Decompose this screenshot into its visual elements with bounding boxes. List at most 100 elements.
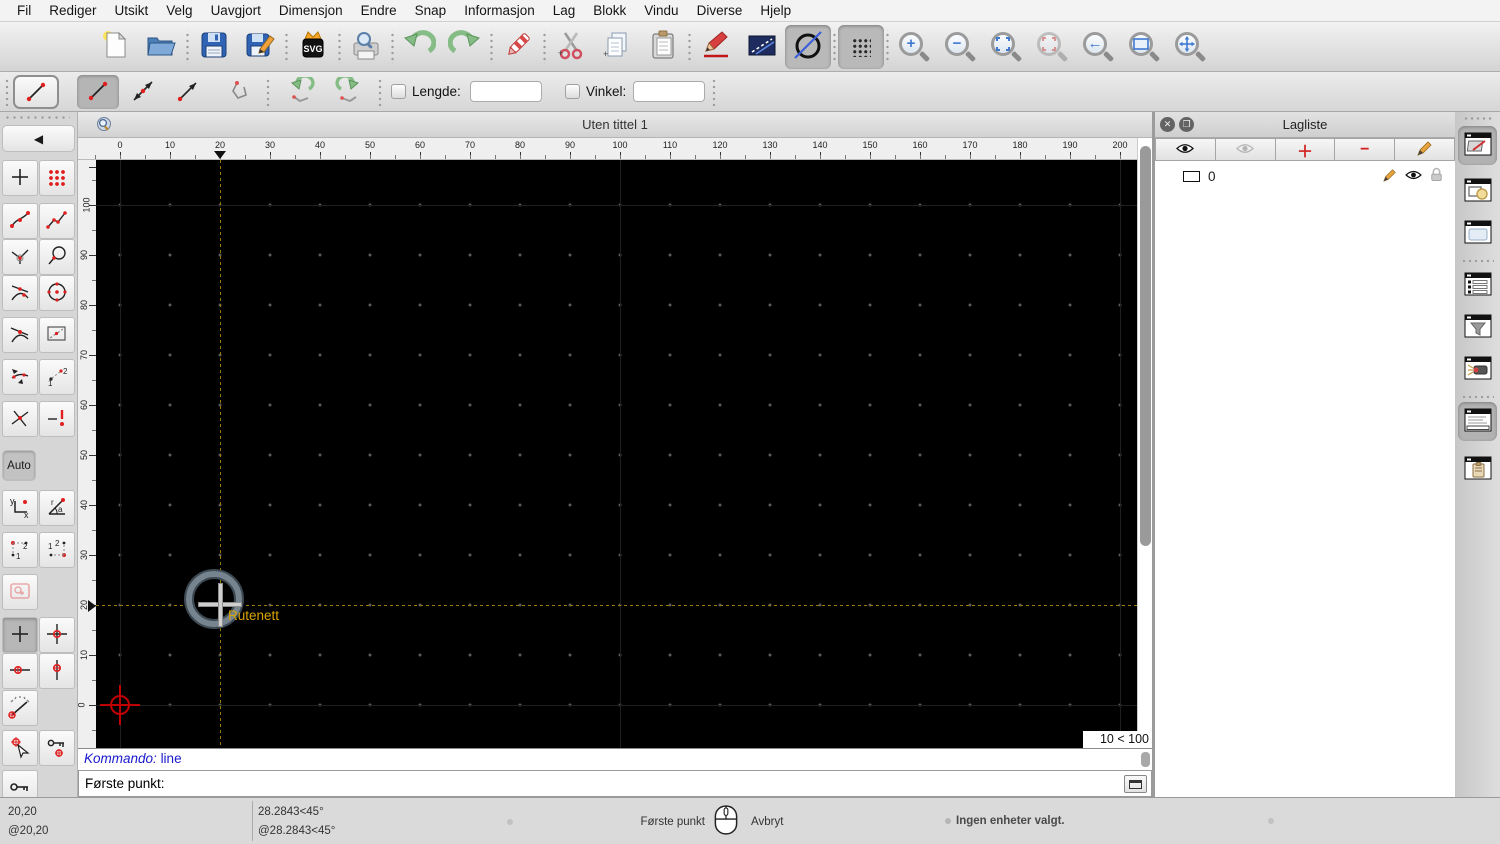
- save-button[interactable]: [191, 25, 237, 69]
- toolbar-handle[interactable]: [4, 115, 70, 120]
- dock-command-line-button[interactable]: [1458, 402, 1497, 441]
- ordinate-12-button[interactable]: 12: [2, 532, 38, 568]
- redo-button[interactable]: [442, 25, 488, 69]
- zoom-pan-button[interactable]: [1167, 25, 1213, 69]
- zoom-auto-button[interactable]: [983, 25, 1029, 69]
- snap-grid-button[interactable]: [39, 160, 75, 196]
- delete-button[interactable]: [495, 25, 541, 69]
- undo-button[interactable]: [396, 25, 442, 69]
- layer-color-swatch[interactable]: [1183, 170, 1200, 182]
- restrict-vertical-button[interactable]: [39, 653, 75, 689]
- zoom-out-button[interactable]: −: [937, 25, 983, 69]
- zoom-window-button[interactable]: [1121, 25, 1167, 69]
- menu-informasjon[interactable]: Informasjon: [455, 3, 544, 18]
- dock-filter-button[interactable]: [1458, 308, 1497, 347]
- ordinate-21-button[interactable]: 12: [39, 532, 75, 568]
- open-file-button[interactable]: [138, 25, 184, 69]
- snap-middle-button[interactable]: [2, 239, 38, 275]
- snap-free-button[interactable]: [2, 160, 38, 196]
- new-document-button[interactable]: [92, 25, 138, 69]
- snap-on-entity-button[interactable]: [39, 203, 75, 239]
- angle-input[interactable]: [633, 81, 705, 102]
- vertical-scrollbar[interactable]: [1137, 138, 1152, 748]
- snap-cross-button[interactable]: [2, 401, 38, 437]
- save-as-button[interactable]: [237, 25, 283, 69]
- snap-distance-button[interactable]: 12: [39, 359, 75, 395]
- length-checkbox[interactable]: [391, 84, 406, 99]
- toolbar-handle[interactable]: [5, 78, 9, 106]
- menu-snap[interactable]: Snap: [406, 3, 456, 18]
- angle-checkbox[interactable]: [565, 84, 580, 99]
- menu-rediger[interactable]: Rediger: [40, 3, 105, 18]
- dock-entity-list-button[interactable]: [1458, 266, 1497, 305]
- menu-endre[interactable]: Endre: [352, 3, 406, 18]
- hide-all-layers-button[interactable]: [1215, 138, 1276, 161]
- snap-warning-button[interactable]: [39, 401, 75, 437]
- print-preview-button[interactable]: [343, 25, 389, 69]
- dock-clipboard-button[interactable]: [1458, 450, 1497, 489]
- restrict-nothing-button[interactable]: [2, 617, 38, 653]
- zoom-previous-button[interactable]: ←: [1075, 25, 1121, 69]
- pick-entity-button[interactable]: [2, 574, 38, 610]
- command-keyboard-button[interactable]: [1124, 775, 1147, 793]
- menu-utsikt[interactable]: Utsikt: [106, 3, 158, 18]
- add-layer-button[interactable]: ＋: [1275, 138, 1336, 161]
- pen-button[interactable]: [693, 25, 739, 69]
- line-attributes-button[interactable]: [739, 25, 785, 69]
- menu-dimensjon[interactable]: Dimensjon: [270, 3, 352, 18]
- toolbar-handle[interactable]: [1463, 116, 1493, 121]
- scrollbar-thumb[interactable]: [1140, 146, 1151, 546]
- panel-float-button[interactable]: ❐: [1179, 117, 1194, 132]
- select-reference-button[interactable]: [2, 730, 38, 766]
- panel-close-button[interactable]: ✕: [1160, 117, 1175, 132]
- coord-cartesian-button[interactable]: yx: [2, 490, 38, 526]
- line-ray-button[interactable]: [167, 75, 209, 109]
- menu-lag[interactable]: Lag: [544, 3, 585, 18]
- menu-fil[interactable]: Fil: [8, 3, 40, 18]
- layer-lock-icon[interactable]: [1430, 167, 1443, 185]
- dock-layer-list-button[interactable]: [1458, 126, 1497, 165]
- snap-center-button[interactable]: [39, 275, 75, 311]
- snap-tangent-button[interactable]: [2, 275, 38, 311]
- snap-endpoint-button[interactable]: [2, 203, 38, 239]
- back-button[interactable]: ◀: [2, 125, 75, 152]
- paste-button[interactable]: [640, 25, 686, 69]
- polyline-button[interactable]: [220, 75, 262, 109]
- snap-on-circle-button[interactable]: [39, 239, 75, 275]
- cut-button[interactable]: +: [548, 25, 594, 69]
- line-bidirectional-button[interactable]: [122, 75, 164, 109]
- drawing-canvas[interactable]: Rutenett: [96, 160, 1137, 748]
- layer-row[interactable]: 0: [1155, 166, 1455, 186]
- menu-diverse[interactable]: Diverse: [688, 3, 752, 18]
- draft-mode-toggle[interactable]: [785, 24, 831, 69]
- history-scrollbar-thumb[interactable]: [1141, 752, 1150, 767]
- remove-layer-button[interactable]: −: [1335, 138, 1396, 161]
- layer-edit-icon[interactable]: [1383, 168, 1397, 185]
- restrict-orthogonal-button[interactable]: [39, 617, 75, 653]
- show-all-layers-button[interactable]: [1155, 138, 1216, 161]
- menu-blokk[interactable]: Blokk: [584, 3, 635, 18]
- angle-gauge-button[interactable]: [2, 690, 38, 726]
- line-segments-button[interactable]: [77, 75, 119, 109]
- auto-snap-button[interactable]: Auto: [2, 450, 36, 481]
- menu-velg[interactable]: Velg: [157, 3, 201, 18]
- snap-intersection-manual-button[interactable]: [39, 317, 75, 353]
- menu-vindu[interactable]: Vindu: [635, 3, 687, 18]
- layer-visibility-icon[interactable]: [1405, 169, 1422, 184]
- restrict-horizontal-button[interactable]: [2, 653, 38, 689]
- export-svg-button[interactable]: SVG: [290, 25, 336, 69]
- dock-block-list-button[interactable]: [1458, 172, 1497, 211]
- command-input[interactable]: Første punkt:: [78, 770, 1152, 797]
- copy-button[interactable]: +: [594, 25, 640, 69]
- grid-toggle[interactable]: [838, 24, 884, 69]
- undo-segment-button[interactable]: [281, 73, 323, 109]
- edit-layer-button[interactable]: [1395, 138, 1455, 161]
- dock-projection-button[interactable]: [1458, 350, 1497, 389]
- coord-polar-button[interactable]: ra: [39, 490, 75, 526]
- redo-segment-button[interactable]: [327, 73, 369, 109]
- zoom-redraw-button[interactable]: [1029, 25, 1075, 69]
- snap-auto-button[interactable]: [2, 359, 38, 395]
- length-input[interactable]: [470, 81, 542, 102]
- zoom-in-button[interactable]: +: [891, 25, 937, 69]
- lock-relative-zero-button[interactable]: [39, 730, 75, 766]
